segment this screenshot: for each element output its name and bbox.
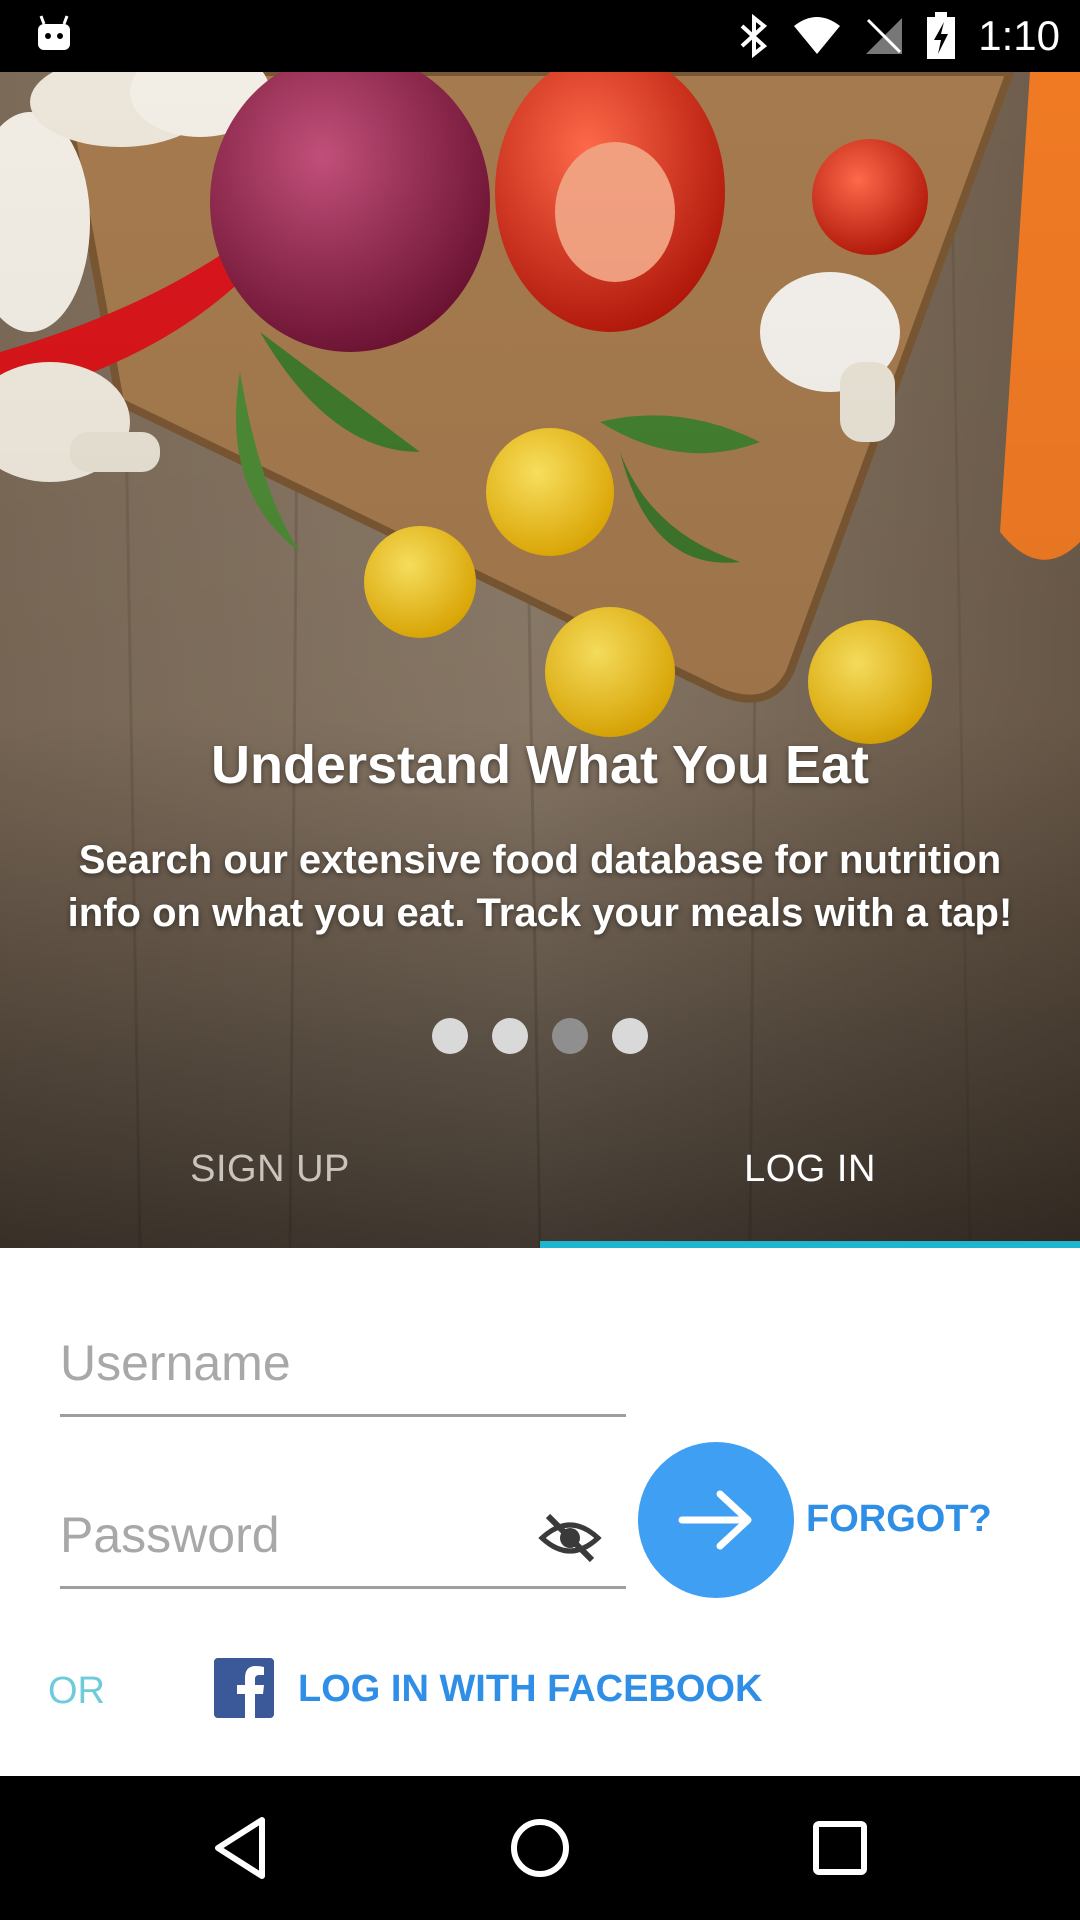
back-icon[interactable]: [200, 1806, 284, 1890]
no-signal-icon: [866, 18, 903, 54]
username-input[interactable]: [60, 1334, 626, 1392]
onboarding-carousel[interactable]: Understand What You Eat Search our exten…: [0, 72, 1080, 1248]
page-dot-2[interactable]: [492, 1018, 528, 1054]
carousel-description: Search our extensive food database for n…: [67, 838, 1013, 935]
password-field: [60, 1506, 626, 1589]
bluetooth-icon: [740, 14, 768, 58]
username-field: [60, 1334, 626, 1417]
login-form: FORGOT? OR LOG IN WITH FACEBOOK: [0, 1248, 1080, 1776]
food-background-image: [0, 72, 1080, 1248]
facebook-login-button[interactable]: LOG IN WITH FACEBOOK: [298, 1668, 762, 1711]
battery-charging-icon: [927, 12, 956, 59]
system-navigation-bar: [0, 1776, 1080, 1920]
page-dot-3-active[interactable]: [552, 1018, 588, 1054]
android-notification-icon: [38, 15, 70, 50]
page-dot-4[interactable]: [612, 1018, 648, 1054]
submit-login-button[interactable]: [638, 1442, 794, 1598]
home-icon[interactable]: [498, 1806, 582, 1890]
status-bar: 1:10: [0, 0, 1080, 72]
status-time: 1:10: [978, 12, 1060, 59]
arrow-right-icon: [678, 1490, 752, 1550]
carousel-page-indicator[interactable]: [0, 1018, 1080, 1054]
or-separator: OR: [48, 1670, 105, 1712]
carousel-title: Understand What You Eat: [210, 735, 870, 795]
recent-apps-icon[interactable]: [798, 1806, 882, 1890]
tab-log-in[interactable]: LOG IN: [540, 1110, 1080, 1248]
password-visibility-off-icon[interactable]: [538, 1510, 602, 1566]
wifi-icon: [794, 17, 841, 54]
facebook-icon[interactable]: [214, 1658, 274, 1718]
tab-sign-up[interactable]: SIGN UP: [0, 1110, 540, 1248]
auth-tabs: SIGN UP LOG IN: [0, 1110, 1080, 1248]
forgot-password-link[interactable]: FORGOT?: [806, 1498, 992, 1541]
page-dot-1[interactable]: [432, 1018, 468, 1054]
